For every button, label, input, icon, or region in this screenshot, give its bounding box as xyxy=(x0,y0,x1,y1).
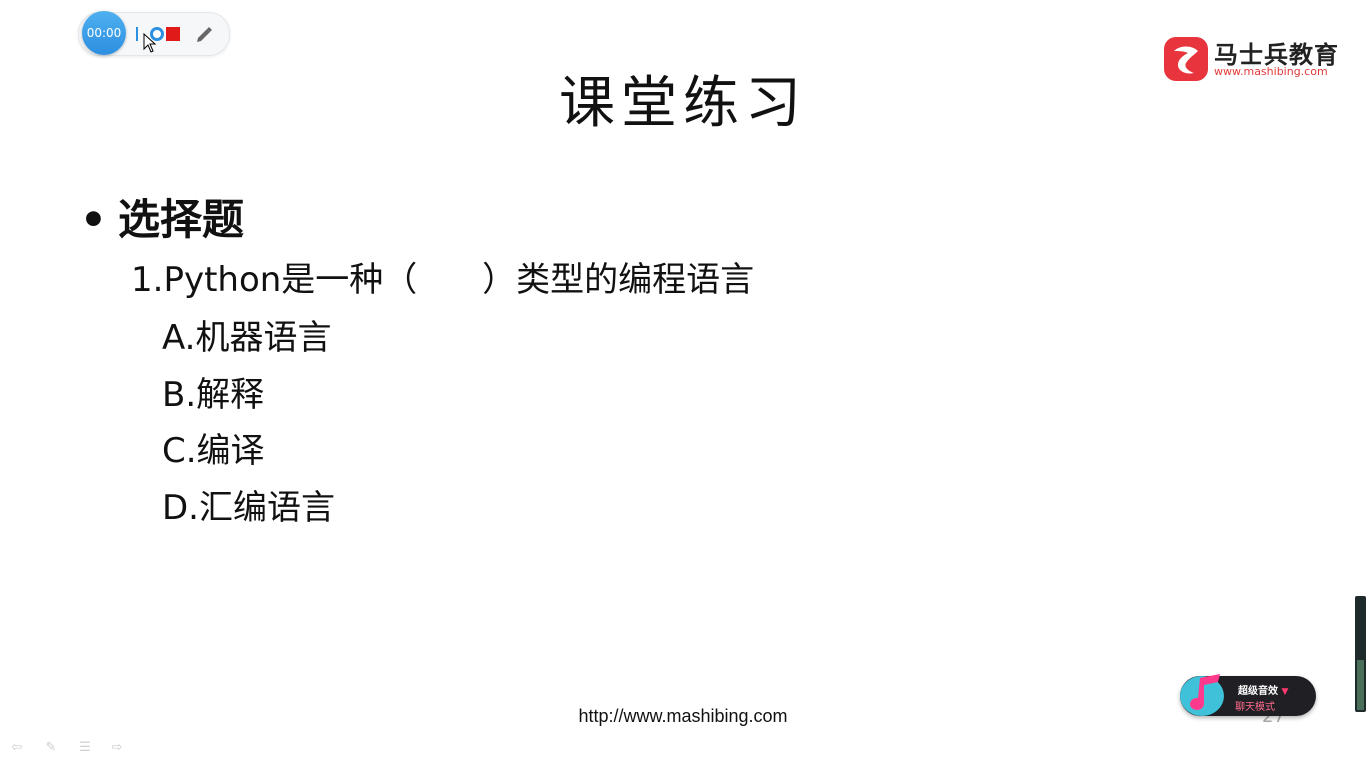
pen-icon[interactable]: ✎ xyxy=(42,740,60,756)
audio-level-fill xyxy=(1357,659,1364,710)
audio-level-meter xyxy=(1355,596,1366,712)
slide-title: 课堂练习 xyxy=(559,71,807,136)
option-d: D.汇编语言 xyxy=(162,488,335,528)
question-text: 1.Python是一种（ ）类型的编程语言 xyxy=(131,260,755,300)
dropdown-arrow-icon[interactable]: ▼ xyxy=(1281,687,1288,697)
pause-icon[interactable] xyxy=(136,27,138,41)
option-b: B.解释 xyxy=(162,375,265,415)
music-widget-label: 超级音效 ▼ xyxy=(1238,686,1289,697)
footer-url: http://www.mashibing.com xyxy=(578,706,788,726)
section-heading: • 选择题 xyxy=(80,186,244,247)
recording-timer[interactable]: 00:00 xyxy=(82,11,126,55)
music-widget-mode: 聊天模式 xyxy=(1235,702,1275,713)
option-c: C.编译 xyxy=(162,431,265,471)
bullet-icon: • xyxy=(80,195,107,244)
pen-icon[interactable] xyxy=(194,25,214,45)
mouse-cursor-icon xyxy=(143,33,157,53)
option-a: A.机器语言 xyxy=(162,318,332,358)
stop-icon[interactable] xyxy=(166,27,180,41)
music-widget[interactable]: 超级音效 ▼ 聊天模式 xyxy=(1180,674,1316,716)
menu-icon[interactable]: ☰ xyxy=(76,740,94,756)
arrow-left-icon[interactable]: ⇦ xyxy=(8,740,26,756)
section-label: 选择题 xyxy=(118,195,245,244)
music-note-icon xyxy=(1180,674,1224,716)
arrow-right-icon[interactable]: ⇨ xyxy=(108,740,126,756)
